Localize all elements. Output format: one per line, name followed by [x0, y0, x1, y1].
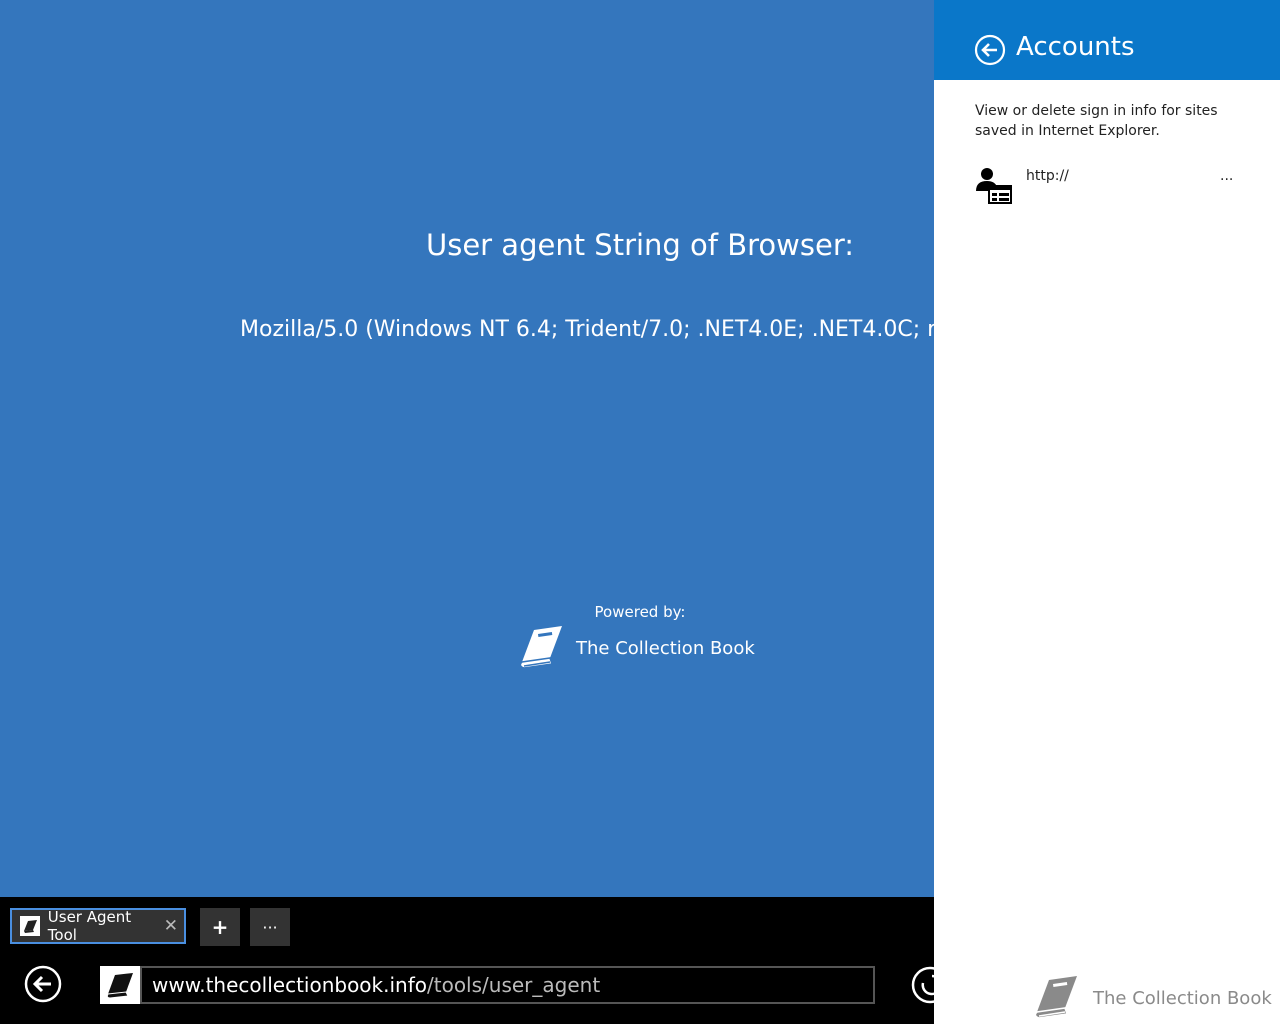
tab-user-agent-tool[interactable]: User Agent Tool ✕ [10, 908, 186, 944]
account-url: http:// [1026, 168, 1069, 184]
new-tab-button[interactable]: + [200, 908, 240, 946]
address-bar[interactable]: www.thecollectionbook.info/tools/user_ag… [140, 966, 875, 1004]
account-list-item[interactable]: http:// ... [975, 165, 1235, 207]
book-logo-icon [1029, 972, 1081, 1024]
panel-title: Accounts [1016, 32, 1135, 62]
user-credential-icon [975, 165, 1013, 205]
panel-brand-name: The Collection Book [1093, 987, 1272, 1009]
web-page-content: User agent String of Browser: Mozilla/5.… [0, 0, 1013, 897]
panel-header: Accounts [934, 0, 1280, 80]
back-button[interactable] [24, 965, 62, 1003]
tab-options-button[interactable]: ··· [250, 908, 290, 946]
panel-back-button[interactable] [974, 34, 1006, 66]
close-tab-icon[interactable]: ✕ [164, 916, 178, 936]
book-favicon-icon [106, 973, 133, 999]
book-favicon-icon [20, 916, 40, 936]
powered-by-brand-name: The Collection Book [576, 637, 755, 659]
user-agent-string: Mozilla/5.0 (Windows NT 6.4; Trident/7.0… [240, 317, 1013, 342]
refresh-button[interactable] [910, 965, 934, 1005]
panel-description: View or delete sign in info for sites sa… [975, 103, 1218, 139]
back-arrow-icon [974, 34, 1006, 66]
book-logo-icon [514, 622, 566, 674]
panel-brand-logo: The Collection Book [1029, 972, 1272, 1024]
site-favicon [100, 966, 140, 1004]
address-path: /tools/user_agent [427, 973, 601, 997]
tab-title: User Agent Tool [47, 908, 132, 944]
refresh-icon [911, 966, 934, 1004]
address-domain: www.thecollectionbook.info [152, 973, 427, 997]
account-more-button[interactable]: ... [1220, 168, 1233, 184]
powered-by-brand[interactable]: The Collection Book [514, 622, 755, 674]
back-arrow-icon [24, 965, 62, 1003]
accounts-panel: Accounts View or delete sign in info for… [934, 0, 1280, 1024]
